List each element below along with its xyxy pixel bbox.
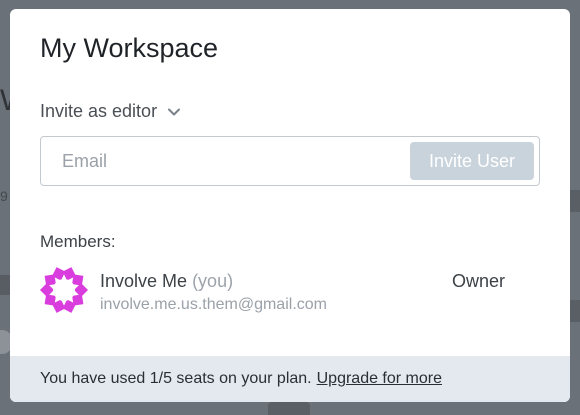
background-block: [268, 402, 310, 415]
member-email: involve.me.us.them@gmail.com: [100, 296, 327, 313]
upgrade-link[interactable]: Upgrade for more: [317, 370, 442, 388]
background-block: [0, 275, 10, 295]
member-row: Involve Me (you) involve.me.us.them@gmai…: [40, 266, 540, 322]
invite-form: Invite User: [40, 136, 540, 186]
email-input[interactable]: [41, 137, 401, 185]
background-block: [570, 190, 580, 212]
seats-usage-text: You have used 1/5 seats on your plan.: [40, 370, 312, 387]
member-role: Owner: [452, 271, 506, 291]
background-text-fragment: 9: [0, 188, 8, 204]
member-name: Involve Me (you): [100, 271, 233, 292]
modal-title: My Workspace: [40, 33, 219, 63]
member-name-text: Involve Me: [100, 271, 188, 291]
invite-role-label: Invite as editor: [40, 101, 158, 121]
workspace-modal: My Workspace Invite as editor Invite Use…: [10, 9, 570, 402]
background-block: [570, 300, 580, 322]
seats-footer: You have used 1/5 seats on your plan. Up…: [10, 356, 570, 402]
member-you-tag: (you): [192, 271, 234, 291]
invite-user-button[interactable]: Invite User: [410, 142, 534, 180]
invite-role-dropdown[interactable]: Invite as editor: [40, 101, 181, 122]
chevron-down-icon: [167, 105, 181, 119]
members-heading: Members:: [40, 232, 116, 251]
involve-me-logo-icon: [40, 266, 88, 314]
